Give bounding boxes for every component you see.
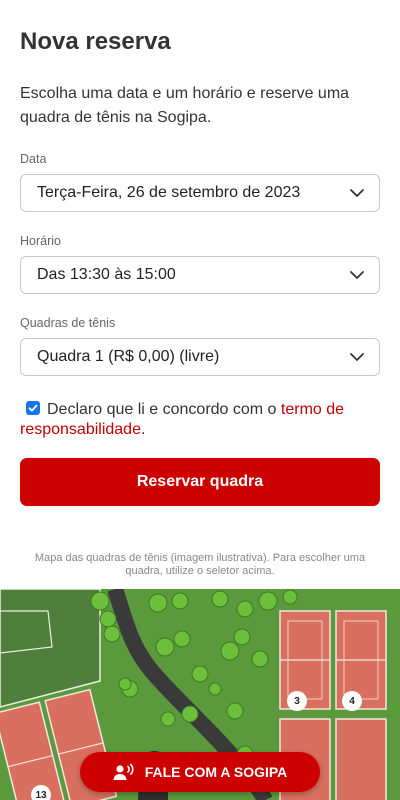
- date-select[interactable]: Terça-Feira, 26 de setembro de 2023: [20, 174, 380, 212]
- contact-label: FALE COM A SOGIPA: [144, 764, 288, 780]
- consent-row: Declaro que li e concordo com o termo de…: [20, 400, 380, 440]
- court-value: Quadra 1 (R$ 0,00) (livre): [37, 348, 220, 365]
- intro-text: Escolha uma data e um horário e reserve …: [20, 85, 350, 126]
- court-marker-4: 4: [342, 691, 362, 711]
- chevron-down-icon: [350, 271, 364, 279]
- date-label: Data: [20, 152, 47, 166]
- map-caption: Mapa das quadras de tênis (imagem ilustr…: [34, 552, 366, 577]
- court-select[interactable]: Quadra 1 (R$ 0,00) (livre): [20, 338, 380, 376]
- chevron-down-icon: [350, 353, 364, 361]
- consent-text: Declaro que li e concordo com o: [47, 401, 277, 418]
- time-label: Horário: [20, 234, 61, 248]
- time-value: Das 13:30 às 15:00: [37, 266, 176, 283]
- reserve-court-button[interactable]: Reservar quadra: [20, 458, 380, 506]
- voice-support-icon: [113, 763, 135, 781]
- consent-checkbox[interactable]: [26, 401, 40, 415]
- consent-end: .: [140, 421, 146, 438]
- reservation-form: Nova reserva Escolha uma data e um horár…: [0, 0, 400, 578]
- page-title: Nova reserva: [20, 28, 171, 55]
- court-label: Quadras de tênis: [20, 316, 116, 330]
- date-value: Terça-Feira, 26 de setembro de 2023: [37, 184, 301, 201]
- court-marker-3: 3: [287, 691, 307, 711]
- contact-sogipa-button[interactable]: FALE COM A SOGIPA: [80, 752, 320, 792]
- chevron-down-icon: [350, 189, 364, 197]
- check-icon: [28, 404, 38, 412]
- court-marker-13: 13: [31, 785, 51, 800]
- time-select[interactable]: Das 13:30 às 15:00: [20, 256, 380, 294]
